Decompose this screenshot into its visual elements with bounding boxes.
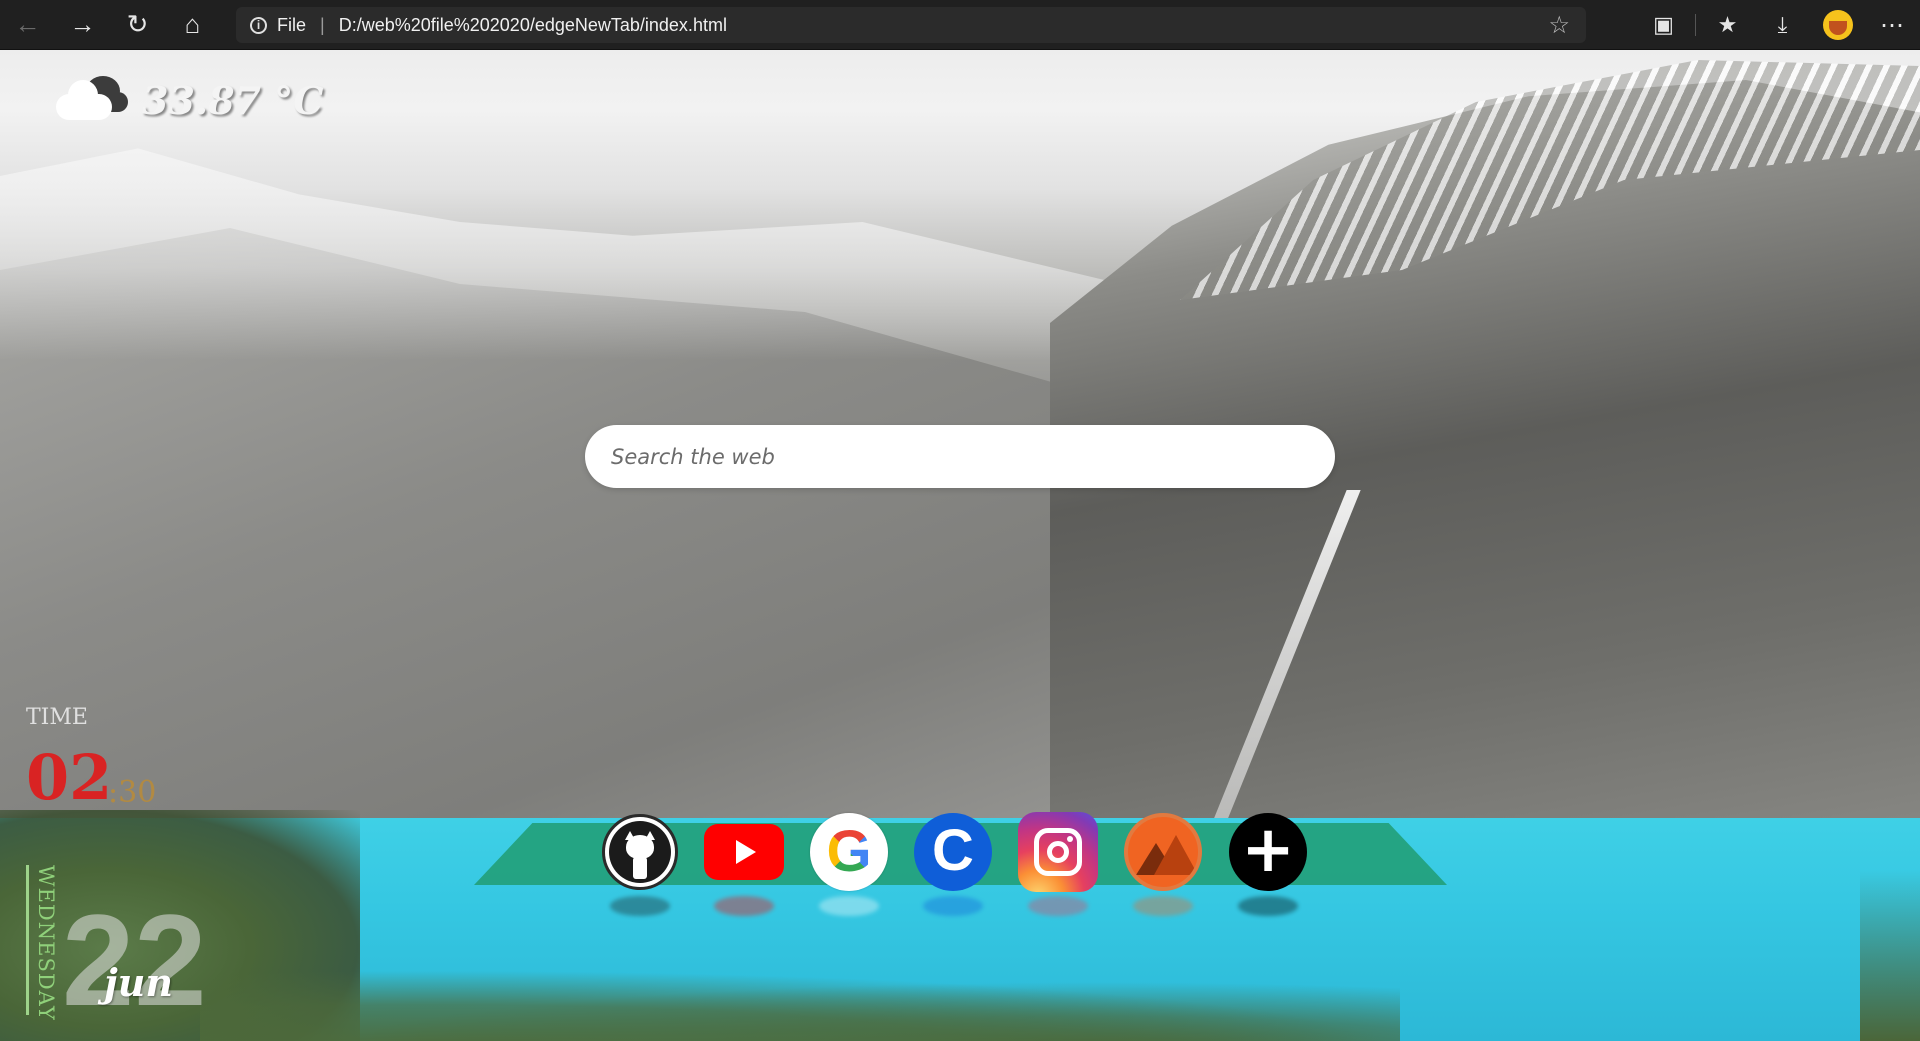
collections-button[interactable]: ▣	[1636, 0, 1691, 50]
clock-minutes: :30	[108, 775, 157, 810]
clock-widget: TIME 02 :30 WEDNESDAY 22 jun	[26, 705, 266, 1025]
forward-button[interactable]: →	[55, 0, 110, 50]
profile-avatar	[1822, 10, 1853, 40]
scheme-label: File	[277, 14, 307, 35]
plus-icon: +	[1229, 813, 1307, 891]
toolbar-divider	[1695, 14, 1696, 36]
shore-bottom	[200, 970, 1400, 1041]
shortcut-github[interactable]	[600, 812, 680, 916]
shortcut-instagram[interactable]	[1018, 812, 1098, 916]
refresh-button[interactable]: ↻	[110, 0, 165, 50]
home-icon: ⌂	[184, 9, 201, 39]
new-tab-page: 33.87 °C G C	[0, 50, 1920, 1041]
reflection	[610, 896, 670, 916]
screen-search-icon: ▣	[1653, 12, 1674, 37]
google-icon: G	[810, 813, 888, 891]
toolbar-right: ▣ ★ ⤓ ⋯	[1636, 0, 1920, 50]
instagram-icon	[1018, 812, 1098, 892]
shortcut-youtube[interactable]	[704, 812, 784, 916]
profile-button[interactable]	[1810, 0, 1865, 50]
time-label: TIME	[26, 705, 88, 730]
shortcut-google[interactable]: G	[809, 812, 889, 916]
star-list-icon: ★	[1717, 12, 1738, 37]
mountain-icon	[1124, 813, 1202, 891]
shortcut-codechef[interactable]: C	[913, 812, 993, 916]
add-shortcut-button[interactable]: +	[1228, 812, 1308, 916]
more-icon: ⋯	[1880, 11, 1905, 39]
shortcut-summit[interactable]	[1123, 812, 1203, 916]
github-icon	[602, 814, 678, 890]
reflection	[714, 896, 774, 916]
arrow-left-icon: ←	[14, 9, 41, 39]
more-button[interactable]: ⋯	[1865, 0, 1920, 50]
day-accent-bar	[26, 865, 29, 1015]
reflection	[923, 896, 983, 916]
arrow-right-icon: →	[69, 9, 96, 39]
star-plus-icon[interactable]: ☆	[1548, 11, 1570, 40]
browser-toolbar: ← → ↻ ⌂ i File | D:/web%20file%202020/ed…	[0, 0, 1920, 50]
search-input[interactable]	[609, 443, 1303, 470]
reflection	[819, 896, 879, 916]
avatar-face	[1828, 21, 1847, 35]
downloads-button[interactable]: ⤓	[1755, 0, 1810, 50]
url-text[interactable]: D:/web%20file%202020/edgeNewTab/index.ht…	[339, 15, 727, 36]
address-separator: |	[320, 14, 325, 35]
refresh-icon: ↻	[126, 9, 149, 39]
snow-field	[0, 148, 1150, 360]
shore-right	[1860, 870, 1920, 1041]
info-icon[interactable]: i	[250, 16, 267, 34]
home-button[interactable]: ⌂	[165, 0, 220, 50]
back-button[interactable]: ←	[0, 0, 55, 50]
reflection	[1028, 896, 1088, 916]
codechef-icon: C	[914, 813, 992, 891]
youtube-icon	[704, 824, 784, 880]
cloud-icon	[56, 76, 128, 124]
search-box[interactable]	[585, 425, 1335, 488]
download-icon: ⤓	[1777, 12, 1788, 37]
month-label: jun	[104, 960, 174, 1005]
weather-widget: 33.87 °C	[56, 76, 323, 124]
favorites-button[interactable]: ★	[1700, 0, 1755, 50]
reflection	[1133, 896, 1193, 916]
clock-hours: 02	[26, 741, 113, 814]
reflection	[1238, 896, 1298, 916]
address-bar[interactable]: i File | D:/web%20file%202020/edgeNewTab…	[236, 7, 1586, 43]
temperature: 33.87 °C	[142, 77, 324, 123]
day-name: WEDNESDAY	[34, 865, 58, 1021]
shortcut-dock: G C +	[600, 812, 1320, 932]
